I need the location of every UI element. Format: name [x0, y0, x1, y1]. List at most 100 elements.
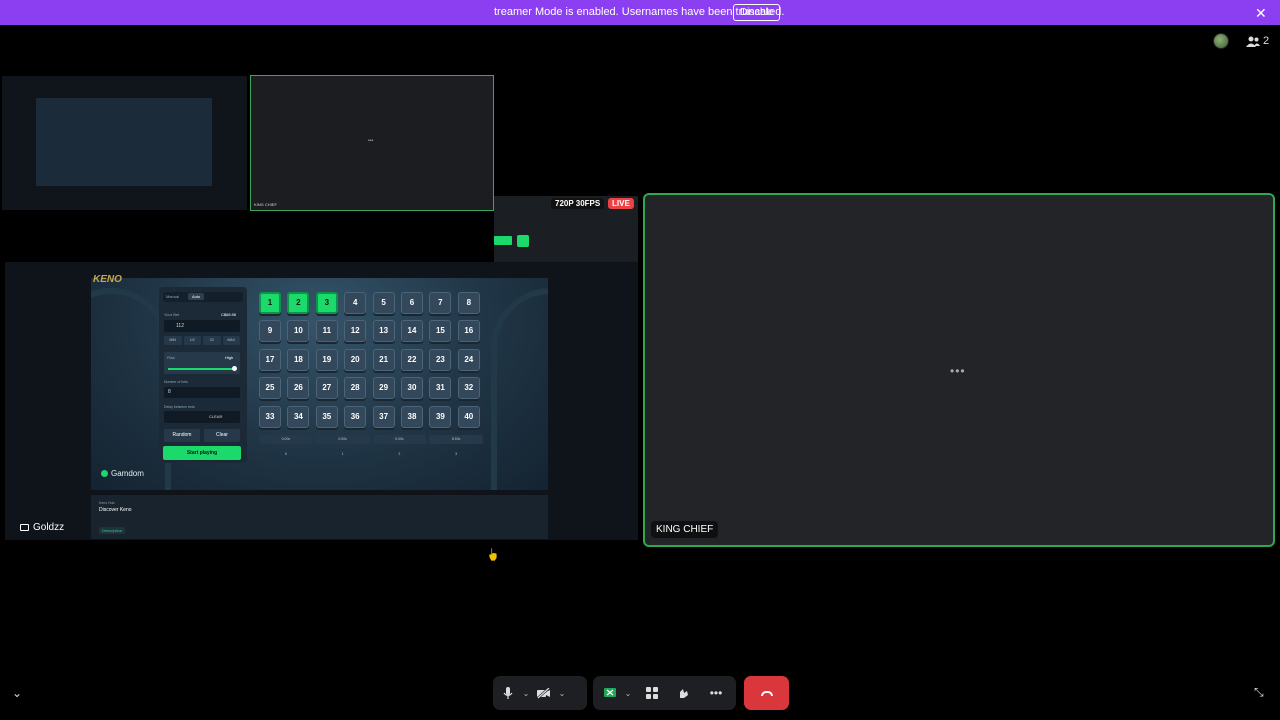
keno-tile[interactable]: 17 [259, 348, 281, 371]
participant-count: 2 [1263, 35, 1270, 47]
payout-row: 0.00x 0.00x 0.00x 8.50x [259, 435, 483, 444]
keno-tile[interactable]: 15 [429, 320, 452, 343]
keno-tile[interactable]: 8 [457, 292, 480, 314]
keno-tile[interactable]: 24 [457, 348, 480, 371]
avatar[interactable] [1213, 33, 1229, 49]
start-playing-button[interactable]: Start playing [163, 446, 241, 460]
camera-options-chevron-icon[interactable]: ⌄ [555, 689, 569, 698]
keno-tile[interactable]: 19 [315, 348, 338, 371]
keno-tile[interactable]: 13 [372, 320, 395, 343]
chevron-down-icon[interactable]: ⌄ [12, 686, 22, 700]
stop-screenshare-icon[interactable] [599, 682, 621, 704]
keno-tile[interactable]: 1 [259, 292, 281, 314]
tab-auto[interactable]: Auto [188, 293, 205, 300]
gamdom-icon [101, 470, 108, 477]
hits-cell: 0 [284, 452, 287, 456]
delay-input[interactable] [164, 411, 240, 423]
keno-tile[interactable]: 26 [287, 377, 310, 400]
microphone-icon[interactable] [497, 682, 519, 704]
hits-cell: 3 [455, 452, 458, 456]
keno-tile[interactable]: 3 [315, 292, 338, 314]
keno-tile[interactable]: 2 [287, 292, 310, 314]
activities-icon[interactable] [641, 682, 663, 704]
description-box [91, 495, 548, 539]
share-user-name: Goldzz [33, 522, 65, 533]
hand-cursor-icon [488, 547, 498, 561]
risk-value: High [225, 355, 234, 360]
risk-slider[interactable] [168, 368, 236, 370]
payout-cell: 8.50x [429, 435, 483, 444]
keno-tile[interactable]: 27 [315, 377, 338, 400]
live-badge: LIVE [608, 198, 634, 209]
keno-tile[interactable]: 23 [429, 348, 452, 371]
hits-row: 0 1 2 3 [259, 450, 483, 459]
chip-double[interactable]: X2 [203, 336, 221, 345]
nested-loading-dots: ••• [368, 138, 374, 144]
participants-button[interactable]: 2 [1246, 35, 1269, 47]
tab-manual[interactable]: Manual [166, 294, 179, 299]
disable-button[interactable]: Disable [733, 4, 781, 21]
nested-game-view [36, 98, 212, 186]
monitor-icon [20, 524, 29, 531]
mic-options-chevron-icon[interactable]: ⌄ [519, 689, 533, 698]
keno-tile[interactable]: 22 [401, 348, 423, 371]
keno-tile[interactable]: 40 [457, 405, 480, 428]
soundboard-icon[interactable] [673, 682, 695, 704]
keno-tile[interactable]: 35 [315, 405, 338, 428]
keno-tile[interactable]: 37 [372, 405, 395, 428]
disconnect-button[interactable] [744, 676, 789, 710]
close-icon[interactable]: ✕ [1255, 5, 1267, 22]
resolution-badge: 720P 30FPS [551, 198, 605, 209]
keno-tile[interactable]: 20 [344, 348, 367, 371]
keno-tile[interactable]: 14 [401, 320, 423, 343]
keno-tile[interactable]: 31 [429, 377, 452, 400]
keno-tile[interactable]: 32 [457, 377, 480, 400]
chip-max[interactable]: MAX [222, 336, 240, 345]
keno-tile[interactable]: 36 [344, 405, 367, 428]
keno-tile[interactable]: 33 [259, 405, 281, 428]
chip-half[interactable]: 1/2 [183, 336, 201, 345]
description-game-label: Keno Hub [99, 501, 115, 505]
keno-tile[interactable]: 11 [315, 320, 338, 343]
brand-name: Gamdom [111, 469, 144, 478]
description-tab[interactable]: Description [99, 527, 126, 534]
number-of-bets-input[interactable]: 8 [164, 387, 240, 398]
random-button[interactable]: Random [164, 429, 200, 442]
activity-controls: ⌄ ••• [593, 676, 736, 710]
screenshare-options-chevron-icon[interactable]: ⌄ [621, 689, 635, 698]
keno-tile[interactable]: 39 [429, 405, 452, 428]
chip-min[interactable]: MIN [164, 336, 182, 345]
clear-button[interactable]: Clear [204, 429, 240, 442]
delay-label: Delay between bets [164, 405, 195, 409]
keno-tile[interactable]: 7 [429, 292, 452, 314]
delay-clear-button[interactable]: CLEAR [209, 414, 222, 419]
bet-input[interactable]: 112 [164, 320, 240, 332]
keno-tile[interactable]: 21 [372, 348, 395, 371]
keno-tile[interactable]: 12 [344, 320, 367, 343]
keno-tile[interactable]: 10 [287, 320, 310, 343]
keno-tile[interactable]: 16 [457, 320, 480, 343]
keno-tile[interactable]: 34 [287, 405, 310, 428]
streamer-mode-banner: treamer Mode is enabled. Usernames have … [0, 0, 1280, 25]
keno-tile[interactable]: 18 [287, 348, 310, 371]
number-of-bets-label: Number of bets [164, 380, 188, 384]
people-icon [1246, 36, 1260, 47]
hits-cell: 2 [398, 452, 401, 456]
camera-off-icon[interactable] [533, 682, 555, 704]
risk-slider-handle[interactable] [232, 366, 237, 371]
more-options-icon[interactable]: ••• [705, 682, 727, 704]
keno-tile[interactable]: 9 [259, 320, 281, 343]
fullscreen-icon[interactable]: ⤡ [1254, 685, 1264, 700]
keno-tile[interactable]: 38 [401, 405, 423, 428]
nested-participant-name: KING CHIEF [254, 202, 277, 207]
keno-tile[interactable]: 29 [372, 377, 395, 400]
balance-value: C$68.96 [221, 312, 237, 317]
keno-tile[interactable]: 25 [259, 377, 281, 400]
keno-tile[interactable]: 6 [401, 292, 423, 314]
call-window: KING LIVES ••• KING CHIEF treamer Mode i… [0, 0, 1280, 720]
keno-tile[interactable]: 30 [401, 377, 423, 400]
keno-tile[interactable]: 28 [344, 377, 367, 400]
keno-tile[interactable]: 5 [372, 292, 395, 314]
keno-tile[interactable]: 4 [344, 292, 367, 314]
participant-name: KING CHIEF [651, 521, 719, 538]
